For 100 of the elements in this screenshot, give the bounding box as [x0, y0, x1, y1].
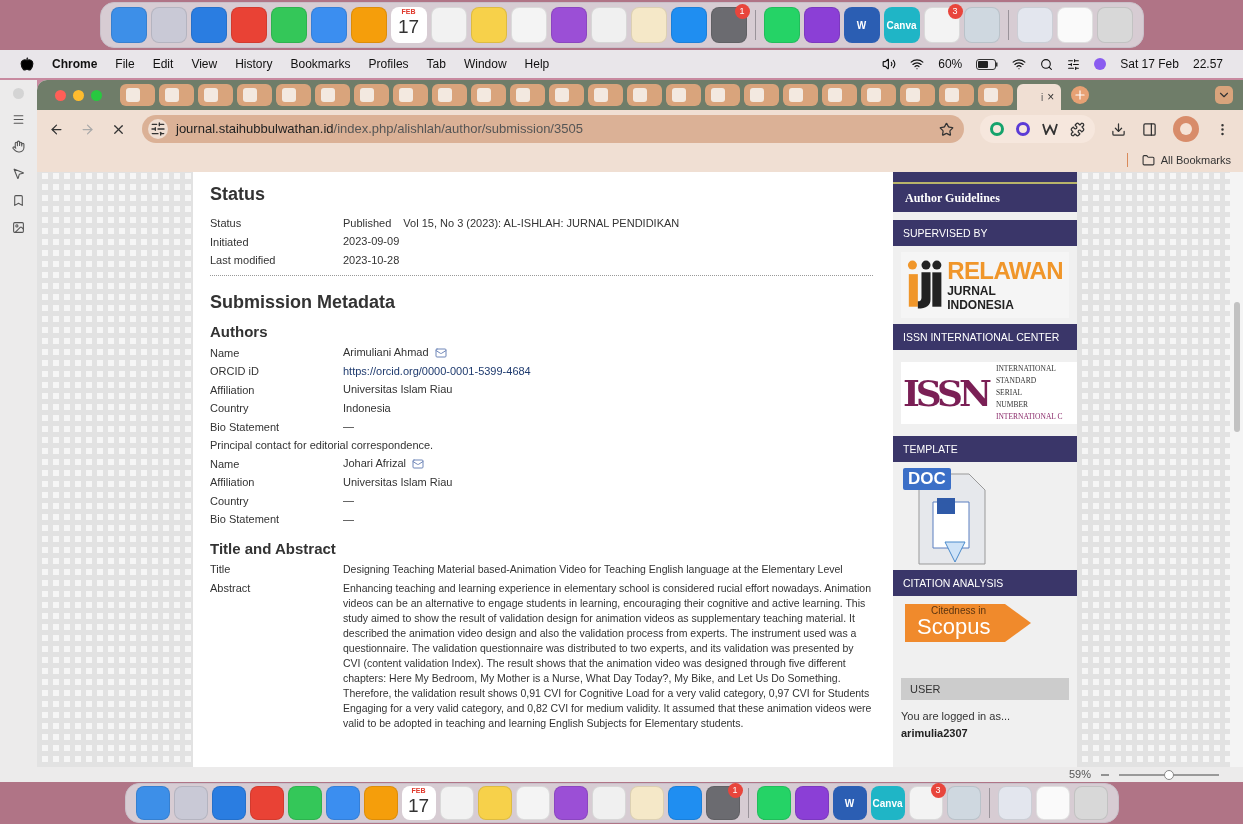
minimize-window-button[interactable]	[73, 89, 84, 101]
app-icon[interactable]: W	[843, 7, 880, 43]
app-icon[interactable]	[325, 786, 360, 820]
app-icon[interactable]: 1	[710, 7, 747, 43]
browser-tab[interactable]	[471, 84, 506, 106]
control-center-icon[interactable]	[1067, 57, 1081, 71]
profile-avatar[interactable]	[1173, 116, 1199, 142]
app-icon[interactable]	[135, 786, 170, 820]
address-field[interactable]: journal.staihubbulwathan.id/index.php/alishlah/author/submission/3505	[142, 115, 964, 143]
browser-tab[interactable]	[198, 84, 233, 106]
scrollbar-thumb[interactable]	[1233, 302, 1240, 432]
app-icon[interactable]	[803, 7, 840, 43]
grammar-extension-icon[interactable]	[990, 122, 1004, 136]
browser-tab[interactable]	[666, 84, 701, 106]
browser-tab[interactable]	[978, 84, 1013, 106]
app-icon[interactable]	[190, 7, 227, 43]
app-icon[interactable]	[110, 7, 147, 43]
orcid-link[interactable]: https://orcid.org/0000-0001-5399-4684	[343, 362, 531, 381]
email-icon[interactable]	[434, 346, 447, 359]
menu-item[interactable]: Tab	[426, 55, 446, 73]
bookmark-icon[interactable]	[12, 194, 25, 207]
pointer-icon[interactable]	[12, 167, 25, 180]
wifi-icon[interactable]	[1012, 57, 1027, 71]
browser-tab[interactable]	[432, 84, 467, 106]
field-value: Universitas Islam Riau	[343, 474, 453, 490]
browser-tab[interactable]	[627, 84, 662, 106]
battery-icon[interactable]	[976, 58, 999, 70]
back-icon[interactable]	[49, 121, 64, 137]
new-tab-icon[interactable]	[1071, 86, 1089, 104]
w-extension-icon[interactable]	[1042, 123, 1058, 135]
block-heading: CITATION ANALYSIS	[893, 570, 1077, 596]
tab-search-icon[interactable]	[1215, 86, 1233, 104]
author-guidelines-link[interactable]: Author Guidelines	[893, 184, 1077, 212]
menu-item[interactable]: View	[191, 55, 218, 73]
menu-item[interactable]: Window	[463, 55, 507, 73]
field-value: —	[343, 419, 354, 435]
app-icon[interactable]	[249, 786, 284, 820]
calendar-day: 17	[407, 795, 430, 817]
menu-item[interactable]: Edit	[152, 55, 174, 73]
app-icon[interactable]	[667, 786, 702, 820]
browser-tab[interactable]	[783, 84, 818, 106]
circle-extension-icon[interactable]	[1016, 122, 1030, 136]
zoom-slider-thumb[interactable]	[1164, 769, 1174, 780]
browser-tab[interactable]	[237, 84, 272, 106]
app-icon[interactable]	[230, 7, 267, 43]
app-icon[interactable]: 3	[908, 786, 943, 820]
folder-icon[interactable]	[1141, 153, 1155, 167]
app-icon[interactable]	[550, 7, 587, 43]
menu-item[interactable]: Chrome	[52, 55, 98, 73]
browser-tab[interactable]: i ×	[1017, 84, 1061, 110]
field-label: Affiliation	[210, 382, 256, 398]
menu-item[interactable]: Help	[524, 55, 550, 73]
sidebar-menu-item[interactable]	[893, 172, 1077, 184]
browser-tab[interactable]	[705, 84, 740, 106]
browser-tab[interactable]	[822, 84, 857, 106]
email-icon[interactable]	[412, 457, 424, 470]
field-value: —	[343, 511, 354, 527]
side-panel-icon[interactable]	[1142, 121, 1157, 137]
browser-tab[interactable]	[861, 84, 896, 106]
all-bookmarks-link[interactable]: All Bookmarks	[1160, 151, 1231, 169]
browser-tab[interactable]	[159, 84, 194, 106]
app-icon[interactable]	[670, 7, 707, 43]
browser-tab[interactable]	[900, 84, 935, 106]
browser-tab[interactable]	[120, 84, 155, 106]
app-icon[interactable]	[211, 786, 246, 820]
browser-tab[interactable]	[549, 84, 584, 106]
image-icon[interactable]	[12, 221, 25, 234]
bookmark-star-icon[interactable]	[939, 121, 954, 137]
volume-icon[interactable]	[882, 57, 897, 71]
download-icon[interactable]	[1111, 121, 1126, 137]
zoom-window-button[interactable]	[91, 89, 102, 101]
app-icon[interactable]: 1	[705, 786, 740, 820]
browser-tab[interactable]	[744, 84, 779, 106]
menu-item[interactable]: Bookmarks	[290, 55, 351, 73]
browser-tab[interactable]	[354, 84, 389, 106]
app-icon[interactable]: 3	[923, 7, 960, 43]
notification-badge: 3	[947, 4, 963, 19]
browser-tab[interactable]	[939, 84, 974, 106]
search-icon[interactable]	[1040, 57, 1054, 71]
app-icon[interactable]: W	[832, 786, 867, 820]
apple-icon[interactable]	[20, 57, 34, 71]
extensions-icon[interactable]	[1070, 121, 1085, 137]
menu-item[interactable]: History	[235, 55, 273, 73]
browser-tab[interactable]	[393, 84, 428, 106]
menu-icon[interactable]	[12, 113, 25, 126]
siri-icon[interactable]	[1094, 58, 1107, 70]
menu-item[interactable]: Profiles	[368, 55, 409, 73]
field-label: Bio Statement	[210, 419, 281, 435]
browser-tab[interactable]	[276, 84, 311, 106]
site-info-icon[interactable]	[148, 119, 168, 139]
calendar-day: 17	[397, 16, 420, 38]
menu-item[interactable]: File	[115, 55, 135, 73]
app-icon[interactable]	[310, 7, 347, 43]
browser-tab[interactable]	[510, 84, 545, 106]
tab-close-button[interactable]: ×	[1047, 88, 1055, 106]
browser-tab[interactable]	[588, 84, 623, 106]
app-icon[interactable]	[794, 786, 829, 820]
app-icon[interactable]	[553, 786, 588, 820]
browser-tab[interactable]	[315, 84, 350, 106]
hand-icon[interactable]	[12, 140, 25, 153]
